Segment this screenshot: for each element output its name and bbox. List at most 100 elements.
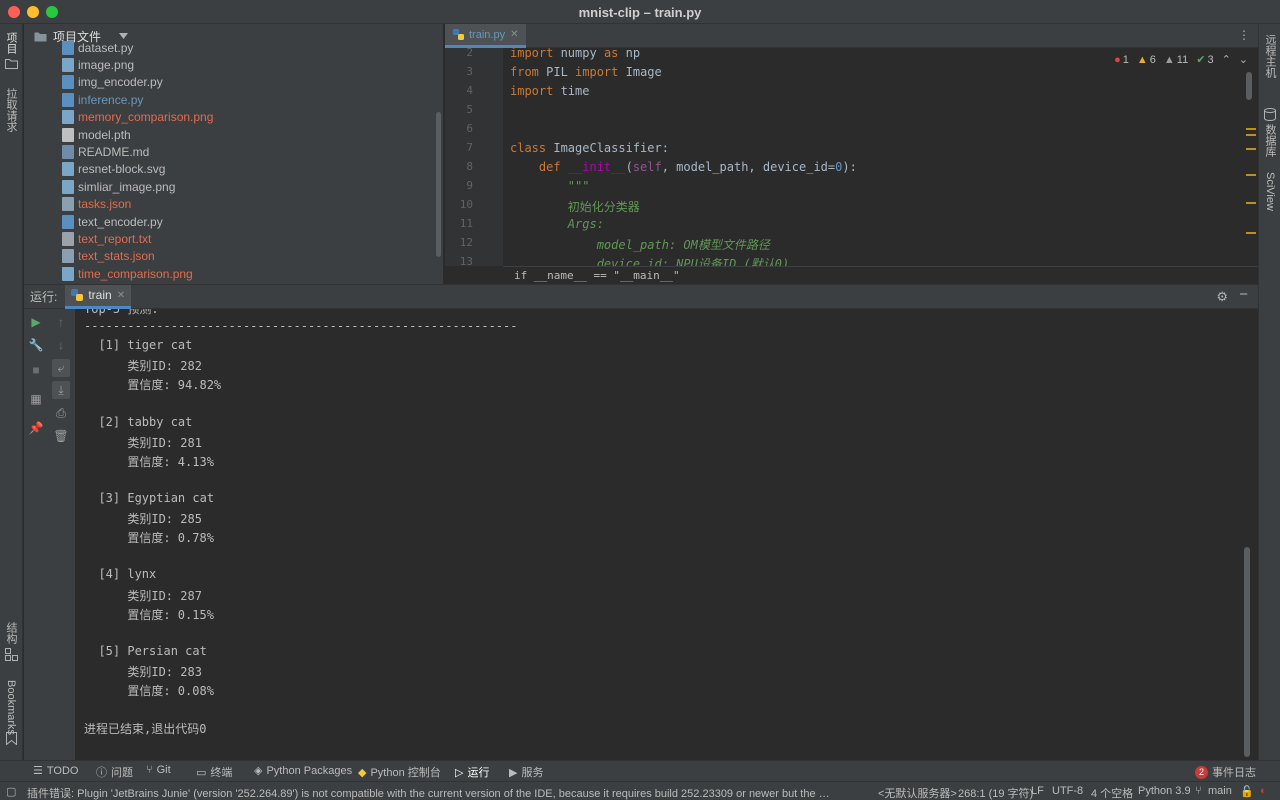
run-tool-tab[interactable]: ▷ 运行 [455, 764, 489, 780]
close-tab-icon[interactable]: ✕ [510, 29, 518, 40]
event-log-tool-tab[interactable]: 2 事件日志 [1195, 764, 1256, 780]
sciview-tool-tab[interactable]: SciView [1261, 172, 1279, 211]
warnings-indicator[interactable]: ▲ 6 [1137, 54, 1156, 66]
status-interpreter[interactable]: Python 3.9 [1138, 785, 1191, 797]
code-token: import [575, 65, 619, 79]
python-packages-tool-tab[interactable]: ◈ Python Packages [254, 764, 352, 778]
run-panel-header: 运行: train ✕ ⚙ − [24, 284, 1258, 309]
warning-marker[interactable] [1246, 232, 1256, 234]
problems-label: 问题 [111, 767, 133, 779]
print-icon[interactable]: ⎙ [52, 404, 70, 422]
python-console-tool-tab[interactable]: ◆ Python 控制台 [358, 764, 441, 780]
warning-marker[interactable] [1246, 202, 1256, 204]
arrow-up-icon[interactable]: ↑ [52, 313, 70, 331]
services-tool-tab[interactable]: ▶ 服务 [509, 764, 543, 780]
project-file-item[interactable]: text_encoder.py [62, 213, 163, 230]
project-file-item[interactable]: text_report.txt [62, 230, 151, 247]
structure-tool-tab[interactable]: 结构 [2, 622, 20, 644]
project-tool-tab[interactable]: 项目 [2, 32, 20, 54]
project-file-item[interactable]: model.pth [62, 126, 131, 143]
arrow-down-icon[interactable]: ↓ [52, 336, 70, 354]
rerun-icon[interactable]: ▶ [27, 313, 45, 331]
hide-panel-icon[interactable]: − [1239, 286, 1248, 303]
breadcrumb[interactable]: if __name__ == "__main__" [503, 266, 1258, 284]
terminal-tool-tab[interactable]: ▭ 终端 [196, 764, 232, 780]
event-log-label: 事件日志 [1212, 767, 1256, 779]
tab-actions-menu-icon[interactable]: ⋮ [1238, 28, 1250, 42]
code-token: numpy [553, 46, 604, 60]
project-file-item[interactable]: inference.py [62, 91, 143, 108]
close-tab-icon[interactable]: ✕ [117, 290, 125, 301]
panel-toggle-icon[interactable]: ▢ [6, 785, 16, 798]
folder-icon[interactable] [5, 58, 18, 69]
python-icon: ◆ [358, 766, 367, 779]
soft-wrap-icon[interactable]: ⤶ [52, 359, 70, 377]
chevron-down-icon[interactable]: ⌄ [1239, 53, 1248, 66]
line-number: 2 [466, 46, 473, 59]
project-file-item[interactable]: time_comparison.png [62, 265, 193, 282]
warning-marker[interactable] [1246, 128, 1256, 130]
project-file-item[interactable]: tasks.json [62, 196, 131, 213]
project-scrollbar[interactable] [436, 112, 441, 257]
git-tool-tab[interactable]: ⑂ Git [146, 764, 171, 776]
code-line: 初始化分类器 [510, 200, 640, 214]
code-editor: train.py ✕ ⋮ 2 3 4 5 6 7 8 9 10 11 12 13 import num… [445, 24, 1258, 284]
console-line: [2] tabby cat [84, 414, 193, 429]
project-file-item[interactable]: img_encoder.py [62, 74, 163, 91]
weak-warnings-indicator[interactable]: ▲ 11 [1164, 54, 1188, 66]
terminal-icon: ▭ [196, 766, 207, 779]
json-file-icon [62, 197, 74, 212]
run-tool-label: 运行 [467, 767, 490, 779]
title-bar: mnist-clip – train.py [0, 0, 1280, 24]
console-line: 置信度: 0.08% [84, 684, 214, 698]
status-encoding[interactable]: UTF-8 [1052, 785, 1083, 797]
project-file-item[interactable]: text_stats.json [62, 248, 155, 265]
status-line-separator[interactable]: LF [1031, 785, 1044, 797]
code-token: class [510, 141, 547, 155]
run-config-tab[interactable]: train ✕ [65, 284, 132, 309]
status-message[interactable]: 插件错误: Plugin 'JetBrains Junie' (version … [27, 785, 832, 800]
ok-indicator[interactable]: ✔ 3 [1196, 53, 1213, 67]
project-file-item[interactable]: image.png [62, 56, 134, 73]
gear-icon[interactable]: ⚙ [1216, 289, 1228, 305]
pin-icon[interactable]: 📌 [27, 419, 45, 437]
project-file-item[interactable]: simliar_image.png [62, 178, 175, 195]
editor-scrollbar[interactable] [1246, 72, 1252, 100]
bookmarks-tool-tab[interactable]: Bookmarks [2, 680, 20, 735]
remote-host-tool-tab[interactable]: 远程主机 [1261, 34, 1279, 78]
memory-indicator-icon[interactable]: ◐ [1260, 785, 1267, 797]
folder-icon [34, 32, 47, 41]
todo-tool-tab[interactable]: ☰ TODO [33, 764, 79, 778]
database-tool-tab[interactable]: 数据库 [1261, 124, 1279, 157]
project-file-name: inference.py [78, 92, 144, 107]
problems-tool-tab[interactable]: ⓘ 问题 [96, 764, 133, 780]
project-file-item[interactable]: memory_comparison.png [62, 109, 213, 126]
img-file-icon [62, 110, 74, 125]
status-indent[interactable]: 4 个空格 [1091, 785, 1133, 800]
tab-train-py[interactable]: train.py ✕ [445, 24, 527, 48]
pull-requests-tool-tab[interactable]: 拉取请求 [2, 88, 20, 132]
project-file-item[interactable]: dataset.py [62, 39, 133, 56]
trash-icon[interactable]: 🗑 [52, 427, 70, 445]
project-file-item[interactable]: resnet-block.svg [62, 161, 165, 178]
project-file-item[interactable]: README.md [62, 143, 149, 160]
wrench-icon[interactable]: 🔧 [27, 336, 45, 354]
warning-marker[interactable] [1246, 148, 1256, 150]
lock-icon[interactable]: 🔓 [1240, 785, 1254, 798]
todo-label: TODO [46, 764, 79, 777]
errors-indicator[interactable]: ● 1 [1114, 54, 1129, 66]
code-token: Image [618, 65, 662, 79]
status-branch[interactable]: main [1208, 785, 1232, 797]
chevron-up-icon[interactable]: ⌃ [1222, 53, 1231, 66]
scroll-to-end-icon[interactable]: ⤓ [52, 381, 70, 399]
warning-marker[interactable] [1246, 174, 1256, 176]
stop-icon[interactable]: ■ [27, 361, 45, 379]
layout-icon[interactable]: ▦ [27, 390, 45, 408]
status-caret-position[interactable]: 268:1 (19 字符) [958, 785, 1033, 800]
status-server[interactable]: <无默认服务器> [878, 785, 957, 800]
warning-marker[interactable] [1246, 134, 1256, 136]
console-scrollbar[interactable] [1244, 547, 1250, 757]
console-output[interactable]: Top-5 预测: -------------------------------… [84, 309, 1244, 761]
inspection-widget[interactable]: ● 1 ▲ 6 ▲ 11 ✔ 3 ⌃ ⌄ [1114, 53, 1248, 67]
status-bar: ▢ 插件错误: Plugin 'JetBrains Junie' (versio… [0, 781, 1280, 800]
